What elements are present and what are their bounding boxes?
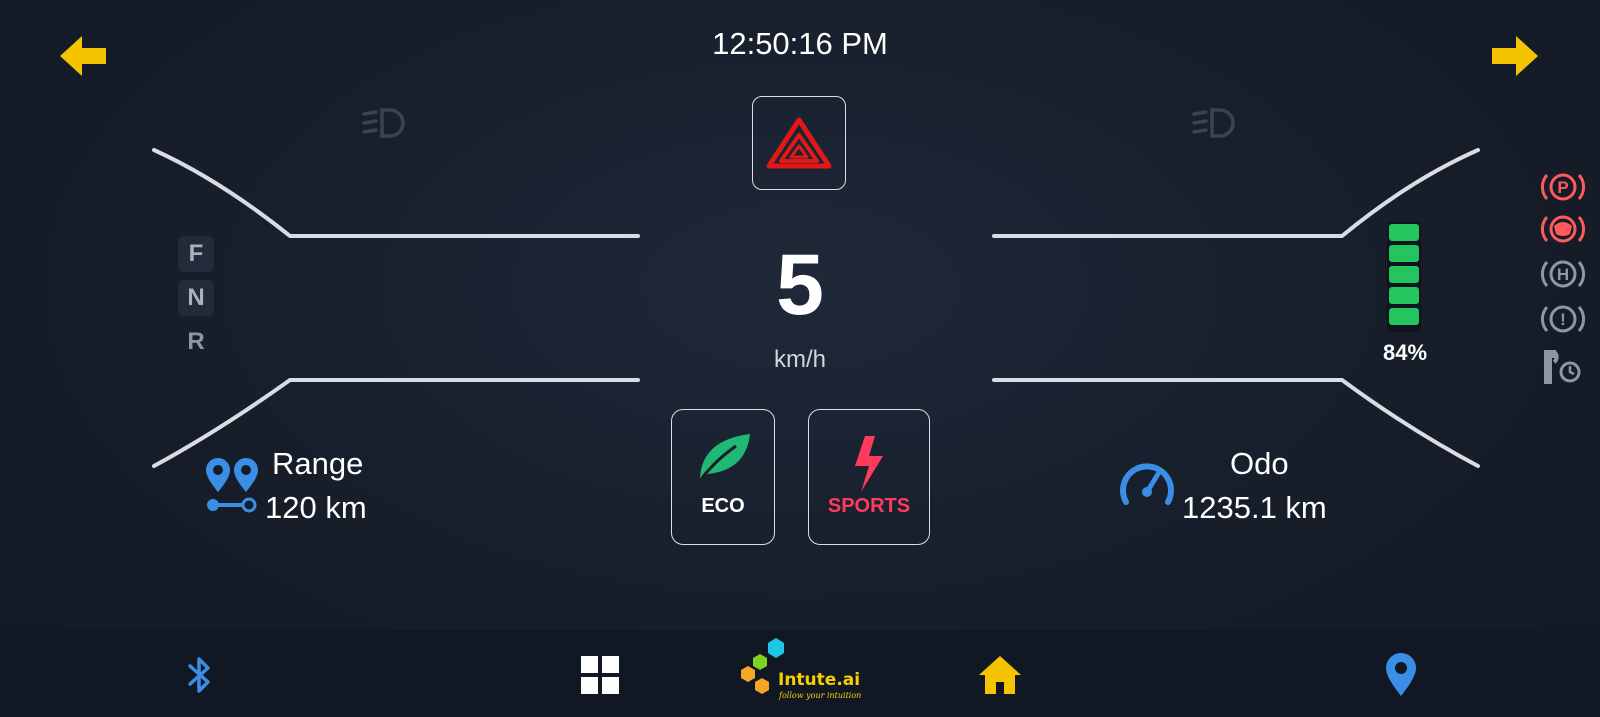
hazard-button[interactable] [752, 96, 846, 190]
gear-reverse[interactable]: R [178, 324, 214, 360]
range-label: Range [272, 446, 364, 481]
battery-gauge [1387, 222, 1421, 332]
battery-percent: 84% [1382, 340, 1428, 365]
apps-grid-icon[interactable] [577, 652, 623, 698]
eco-mode-label: ECO [701, 495, 745, 517]
location-pin-icon[interactable] [1378, 652, 1424, 698]
speed-unit: km/h [773, 346, 826, 373]
low-beam-icon [1192, 108, 1235, 138]
logo-tagline: follow your intuition [779, 691, 862, 700]
svg-text:P: P [1557, 178, 1568, 197]
speedometer-icon [1120, 463, 1174, 505]
speed-value: 5 [776, 237, 824, 333]
hold-icon: H [1540, 260, 1586, 288]
home-icon[interactable] [977, 652, 1023, 698]
right-turn-signal-icon [1492, 36, 1538, 76]
leaf-icon [700, 434, 750, 479]
parking-brake-icon: P [1540, 173, 1586, 201]
sports-mode-label: SPORTS [827, 495, 911, 517]
gear-forward[interactable]: F [178, 236, 214, 272]
low-beam-icon [362, 108, 405, 138]
sports-mode-button[interactable]: SPORTS [808, 409, 930, 545]
eco-mode-button[interactable]: ECO [671, 409, 775, 545]
clock: 12:50:16 PM [712, 26, 888, 61]
general-warning-icon: ! [1540, 305, 1586, 333]
service-icon [1544, 350, 1581, 384]
range-value: 120 km [265, 490, 367, 525]
odo-value: 1235.1 km [1182, 490, 1327, 525]
logo-text: Intute.ai [778, 670, 861, 690]
gear-neutral[interactable]: N [178, 280, 214, 316]
hazard-triangle-icon [766, 117, 832, 169]
odo-label: Odo [1230, 446, 1289, 481]
bluetooth-icon[interactable] [176, 652, 222, 698]
svg-text:H: H [1557, 265, 1569, 284]
brake-warning-icon [1540, 215, 1586, 243]
lightning-icon [855, 436, 883, 492]
left-turn-signal-icon [60, 36, 106, 76]
svg-text:!: ! [1560, 310, 1566, 329]
range-route-icon [206, 458, 258, 513]
